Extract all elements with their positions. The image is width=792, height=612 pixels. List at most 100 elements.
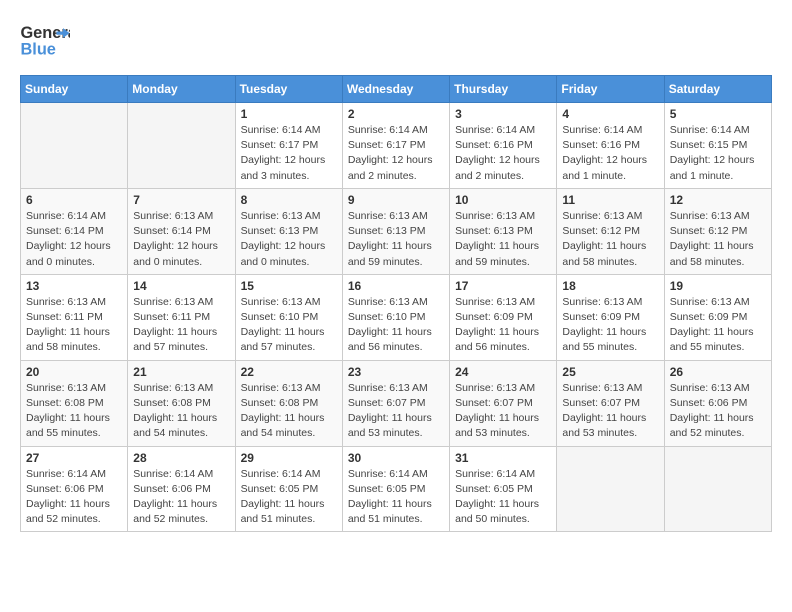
day-number: 29	[241, 451, 337, 465]
calendar-cell: 21Sunrise: 6:13 AMSunset: 6:08 PMDayligh…	[128, 360, 235, 446]
day-number: 4	[562, 107, 658, 121]
day-number: 14	[133, 279, 229, 293]
header-day-monday: Monday	[128, 76, 235, 103]
calendar-week-3: 13 Sunrise: 6:13 AMSunset: 6:11 PMDayligh…	[21, 274, 772, 360]
day-number: 3	[455, 107, 551, 121]
calendar-cell: 18 Sunrise: 6:13 AMSunset: 6:09 PMDayligh…	[557, 274, 664, 360]
day-number: 26	[670, 365, 766, 379]
day-number: 9	[348, 193, 444, 207]
day-info: Sunrise: 6:14 AMSunset: 6:17 PMDaylight:…	[241, 123, 337, 184]
day-info: Sunrise: 6:13 AMSunset: 6:11 PMDaylight:…	[26, 295, 122, 356]
day-number: 10	[455, 193, 551, 207]
day-info: Sunrise: 6:13 AMSunset: 6:09 PMDaylight:…	[670, 295, 766, 356]
header-day-thursday: Thursday	[450, 76, 557, 103]
day-info: Sunrise: 6:13 AMSunset: 6:08 PMDaylight:…	[26, 381, 122, 442]
day-number: 11	[562, 193, 658, 207]
day-number: 31	[455, 451, 551, 465]
calendar-cell: 6 Sunrise: 6:14 AMSunset: 6:14 PMDaylight…	[21, 188, 128, 274]
day-info: Sunrise: 6:14 AMSunset: 6:05 PMDaylight:…	[241, 467, 337, 528]
day-info: Sunrise: 6:14 AMSunset: 6:05 PMDaylight:…	[455, 467, 551, 528]
calendar-cell: 11Sunrise: 6:13 AMSunset: 6:12 PMDayligh…	[557, 188, 664, 274]
day-number: 20	[26, 365, 122, 379]
header-day-tuesday: Tuesday	[235, 76, 342, 103]
day-info: Sunrise: 6:13 AMSunset: 6:09 PMDaylight:…	[455, 295, 551, 356]
day-info: Sunrise: 6:14 AMSunset: 6:14 PMDaylight:…	[26, 209, 122, 270]
day-info: Sunrise: 6:13 AMSunset: 6:13 PMDaylight:…	[455, 209, 551, 270]
calendar-cell: 3 Sunrise: 6:14 AMSunset: 6:16 PMDaylight…	[450, 103, 557, 189]
calendar-week-4: 20 Sunrise: 6:13 AMSunset: 6:08 PMDayligh…	[21, 360, 772, 446]
day-number: 21	[133, 365, 229, 379]
day-number: 22	[241, 365, 337, 379]
day-info: Sunrise: 6:14 AMSunset: 6:17 PMDaylight:…	[348, 123, 444, 184]
header-day-saturday: Saturday	[664, 76, 771, 103]
calendar-cell: 26 Sunrise: 6:13 AMSunset: 6:06 PMDayligh…	[664, 360, 771, 446]
day-number: 6	[26, 193, 122, 207]
day-info: Sunrise: 6:13 AMSunset: 6:07 PMDaylight:…	[455, 381, 551, 442]
header-day-wednesday: Wednesday	[342, 76, 449, 103]
day-number: 8	[241, 193, 337, 207]
day-info: Sunrise: 6:13 AMSunset: 6:08 PMDaylight:…	[241, 381, 337, 442]
day-info: Sunrise: 6:13 AMSunset: 6:13 PMDaylight:…	[348, 209, 444, 270]
day-number: 16	[348, 279, 444, 293]
logo-svg: General Blue	[20, 20, 70, 65]
calendar-cell: 22 Sunrise: 6:13 AMSunset: 6:08 PMDayligh…	[235, 360, 342, 446]
calendar-cell: 20 Sunrise: 6:13 AMSunset: 6:08 PMDayligh…	[21, 360, 128, 446]
day-number: 13	[26, 279, 122, 293]
day-info: Sunrise: 6:13 AMSunset: 6:07 PMDaylight:…	[348, 381, 444, 442]
day-number: 12	[670, 193, 766, 207]
calendar-cell: 31 Sunrise: 6:14 AMSunset: 6:05 PMDayligh…	[450, 446, 557, 532]
calendar-table: SundayMondayTuesdayWednesdayThursdayFrid…	[20, 75, 772, 532]
day-number: 18	[562, 279, 658, 293]
calendar-cell: 1 Sunrise: 6:14 AMSunset: 6:17 PMDaylight…	[235, 103, 342, 189]
day-number: 23	[348, 365, 444, 379]
calendar-cell	[128, 103, 235, 189]
day-info: Sunrise: 6:13 AMSunset: 6:10 PMDaylight:…	[348, 295, 444, 356]
day-number: 5	[670, 107, 766, 121]
day-info: Sunrise: 6:14 AMSunset: 6:16 PMDaylight:…	[455, 123, 551, 184]
day-info: Sunrise: 6:13 AMSunset: 6:14 PMDaylight:…	[133, 209, 229, 270]
calendar-cell: 7 Sunrise: 6:13 AMSunset: 6:14 PMDaylight…	[128, 188, 235, 274]
day-info: Sunrise: 6:14 AMSunset: 6:15 PMDaylight:…	[670, 123, 766, 184]
calendar-cell: 9 Sunrise: 6:13 AMSunset: 6:13 PMDaylight…	[342, 188, 449, 274]
calendar-cell: 27Sunrise: 6:14 AMSunset: 6:06 PMDayligh…	[21, 446, 128, 532]
day-info: Sunrise: 6:14 AMSunset: 6:06 PMDaylight:…	[133, 467, 229, 528]
day-number: 7	[133, 193, 229, 207]
day-number: 30	[348, 451, 444, 465]
day-number: 2	[348, 107, 444, 121]
day-number: 17	[455, 279, 551, 293]
day-info: Sunrise: 6:13 AMSunset: 6:11 PMDaylight:…	[133, 295, 229, 356]
calendar-week-5: 27Sunrise: 6:14 AMSunset: 6:06 PMDayligh…	[21, 446, 772, 532]
calendar-week-1: 1 Sunrise: 6:14 AMSunset: 6:17 PMDaylight…	[21, 103, 772, 189]
day-info: Sunrise: 6:13 AMSunset: 6:06 PMDaylight:…	[670, 381, 766, 442]
day-info: Sunrise: 6:13 AMSunset: 6:10 PMDaylight:…	[241, 295, 337, 356]
calendar-cell	[21, 103, 128, 189]
day-info: Sunrise: 6:14 AMSunset: 6:16 PMDaylight:…	[562, 123, 658, 184]
calendar-cell: 28Sunrise: 6:14 AMSunset: 6:06 PMDayligh…	[128, 446, 235, 532]
day-number: 1	[241, 107, 337, 121]
calendar-cell: 14 Sunrise: 6:13 AMSunset: 6:11 PMDayligh…	[128, 274, 235, 360]
calendar-header-row: SundayMondayTuesdayWednesdayThursdayFrid…	[21, 76, 772, 103]
calendar-cell: 8 Sunrise: 6:13 AMSunset: 6:13 PMDaylight…	[235, 188, 342, 274]
calendar-cell: 19 Sunrise: 6:13 AMSunset: 6:09 PMDayligh…	[664, 274, 771, 360]
day-info: Sunrise: 6:13 AMSunset: 6:13 PMDaylight:…	[241, 209, 337, 270]
day-number: 19	[670, 279, 766, 293]
calendar-cell: 13 Sunrise: 6:13 AMSunset: 6:11 PMDayligh…	[21, 274, 128, 360]
calendar-cell: 5 Sunrise: 6:14 AMSunset: 6:15 PMDaylight…	[664, 103, 771, 189]
day-info: Sunrise: 6:14 AMSunset: 6:05 PMDaylight:…	[348, 467, 444, 528]
logo: General Blue	[20, 20, 70, 65]
calendar-week-2: 6 Sunrise: 6:14 AMSunset: 6:14 PMDaylight…	[21, 188, 772, 274]
day-info: Sunrise: 6:13 AMSunset: 6:09 PMDaylight:…	[562, 295, 658, 356]
calendar-cell: 2 Sunrise: 6:14 AMSunset: 6:17 PMDaylight…	[342, 103, 449, 189]
calendar-cell	[664, 446, 771, 532]
calendar-cell: 4 Sunrise: 6:14 AMSunset: 6:16 PMDaylight…	[557, 103, 664, 189]
calendar-cell: 12Sunrise: 6:13 AMSunset: 6:12 PMDayligh…	[664, 188, 771, 274]
day-number: 25	[562, 365, 658, 379]
header-day-friday: Friday	[557, 76, 664, 103]
calendar-cell	[557, 446, 664, 532]
calendar-cell: 17 Sunrise: 6:13 AMSunset: 6:09 PMDayligh…	[450, 274, 557, 360]
page-header: General Blue	[20, 20, 772, 65]
calendar-cell: 23 Sunrise: 6:13 AMSunset: 6:07 PMDayligh…	[342, 360, 449, 446]
calendar-cell: 29 Sunrise: 6:14 AMSunset: 6:05 PMDayligh…	[235, 446, 342, 532]
calendar-cell: 24Sunrise: 6:13 AMSunset: 6:07 PMDayligh…	[450, 360, 557, 446]
calendar-cell: 16 Sunrise: 6:13 AMSunset: 6:10 PMDayligh…	[342, 274, 449, 360]
